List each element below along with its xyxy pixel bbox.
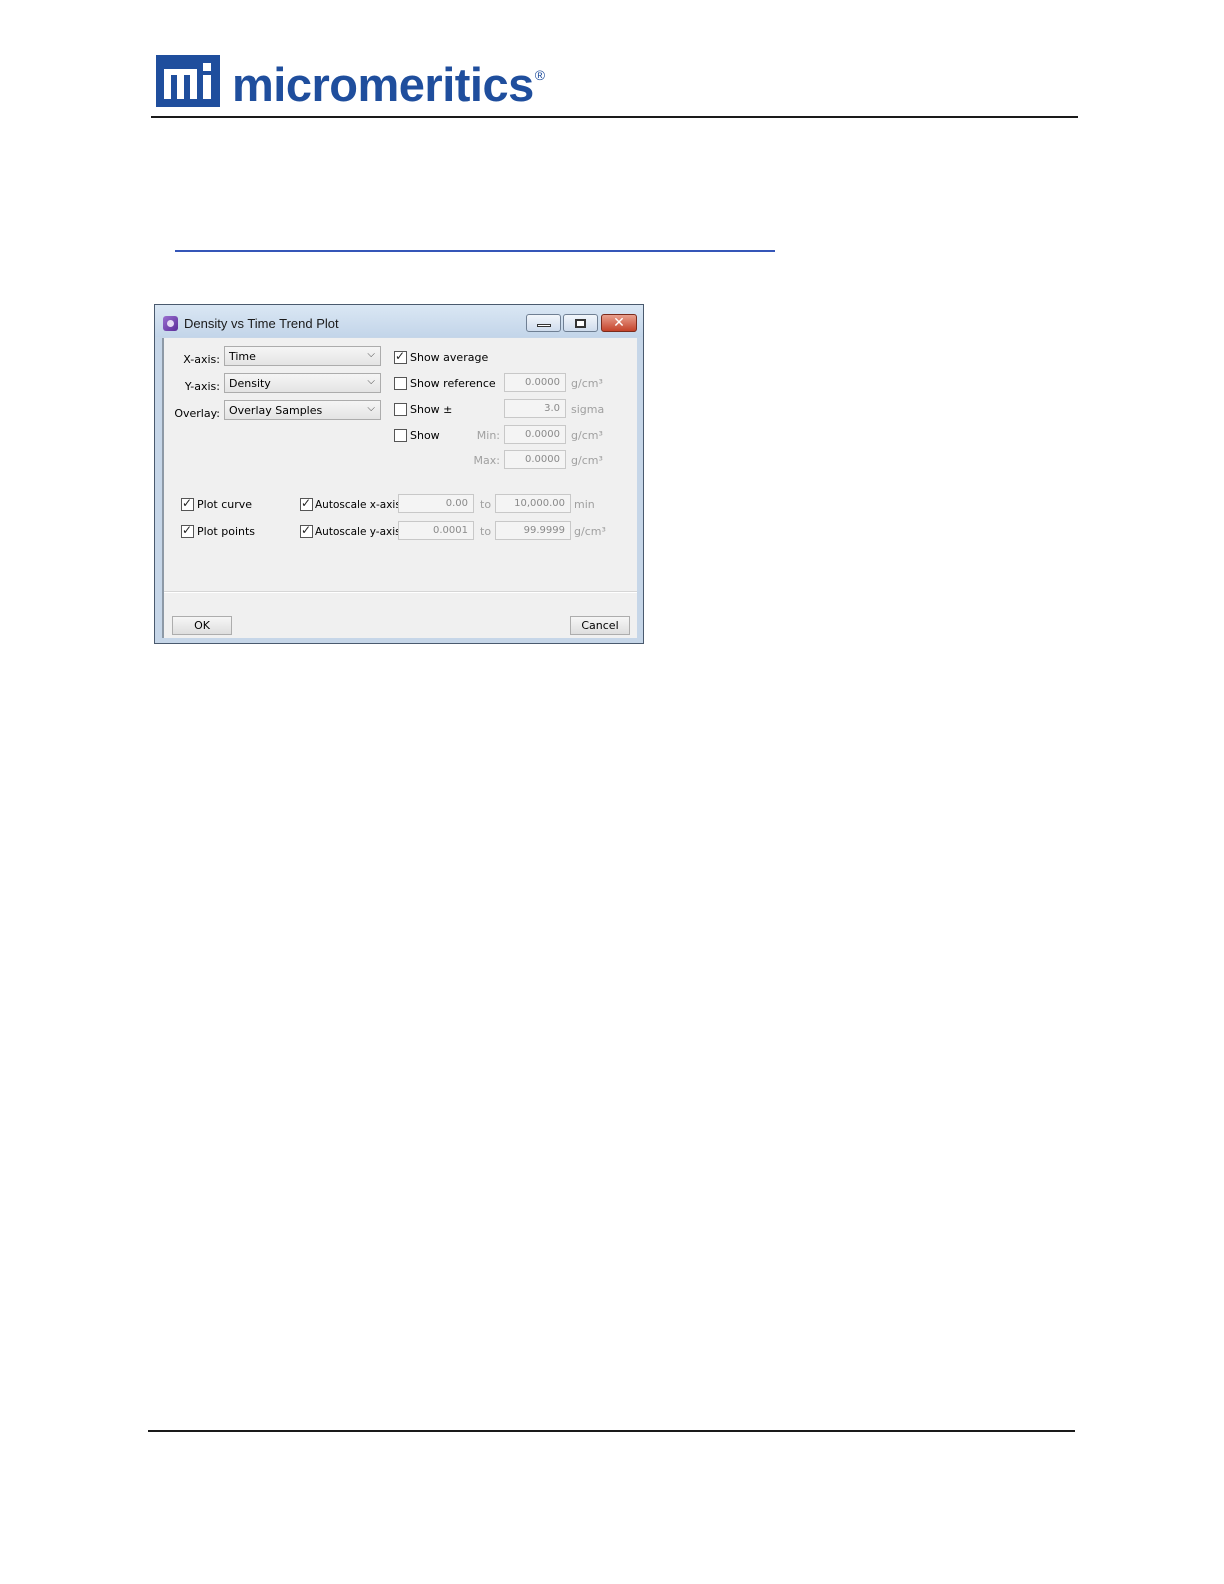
check-icon: ✓ [182,523,193,537]
y-min-field[interactable]: 0.0001 [398,521,474,540]
autoscale-y-label: Autoscale y-axis: [315,526,405,538]
max-value-field[interactable]: 0.0000 [504,450,566,469]
min-label: Min: [476,429,500,442]
trend-plot-dialog: Density vs Time Trend Plot ✕ X-axis: Tim… [154,304,644,644]
header-rule [151,116,1078,118]
show-pm-checkbox[interactable] [394,403,407,416]
dialog-body: X-axis: Time ⌵ Y-axis: Density ⌵ Overlay… [162,338,637,638]
button-separator-highlight [164,592,637,593]
x-axis-select[interactable]: Time ⌵ [224,346,381,366]
show-average-checkbox[interactable]: ✓ [394,349,407,364]
check-icon: ✓ [395,349,406,363]
reference-value-field[interactable]: 0.0000 [504,373,566,392]
plot-points-checkbox[interactable]: ✓ [181,523,194,538]
y-axis-value: Density [229,377,271,390]
plot-curve-label: Plot curve [197,498,253,511]
chevron-down-icon: ⌵ [367,403,375,414]
y-axis-select[interactable]: Density ⌵ [224,373,381,393]
overlay-select[interactable]: Overlay Samples ⌵ [224,400,381,420]
overlay-label: Overlay: [174,407,220,420]
close-icon: ✕ [613,315,625,331]
chevron-down-icon: ⌵ [367,349,375,360]
min-value-field[interactable]: 0.0000 [504,425,566,444]
section-rule [175,250,775,252]
y-to-label: to [480,525,492,538]
y-max-field[interactable]: 99.9999 [495,521,571,540]
dialog-title: Density vs Time Trend Plot [184,316,339,331]
registered-mark: ® [534,67,546,83]
maximize-icon [575,318,586,328]
maximize-button[interactable] [563,314,598,332]
sigma-unit: sigma [571,403,605,416]
y-unit: g/cm³ [574,525,606,538]
show-reference-label: Show reference [410,377,496,390]
check-icon: ✓ [301,523,312,537]
x-axis-label: X-axis: [183,353,220,366]
app-icon [163,316,178,331]
reference-unit: g/cm³ [571,377,603,390]
show-range-label: Show [410,429,440,442]
show-average-label: Show average [410,351,489,364]
mi-logo-mark-icon [156,55,220,107]
plot-curve-checkbox[interactable]: ✓ [181,496,194,511]
x-max-field[interactable]: 10,000.00 [495,494,571,513]
show-pm-label: Show ± [410,403,453,416]
logo-wordmark: micromeritics [232,58,534,111]
autoscale-y-checkbox[interactable]: ✓ [300,523,313,538]
x-axis-value: Time [229,350,256,363]
max-label: Max: [473,454,500,467]
x-to-label: to [480,498,492,511]
show-reference-checkbox[interactable] [394,377,407,390]
micromeritics-logo: micromeritics ® [156,55,546,111]
autoscale-x-label: Autoscale x-axis: [315,499,405,511]
ok-button[interactable]: OK [172,616,232,635]
footer-rule [148,1430,1075,1432]
show-range-checkbox[interactable] [394,429,407,442]
sigma-value-field[interactable]: 3.0 [504,399,566,418]
chevron-down-icon: ⌵ [367,376,375,387]
overlay-value: Overlay Samples [229,404,323,417]
close-button[interactable]: ✕ [601,314,637,332]
title-bar[interactable]: Density vs Time Trend Plot ✕ [155,305,643,337]
minimize-button[interactable] [526,314,561,332]
x-min-field[interactable]: 0.00 [398,494,474,513]
check-icon: ✓ [182,496,193,510]
min-unit: g/cm³ [571,429,603,442]
max-unit: g/cm³ [571,454,603,467]
y-axis-label: Y-axis: [184,380,220,393]
autoscale-x-checkbox[interactable]: ✓ [300,496,313,511]
minimize-icon [536,323,551,327]
check-icon: ✓ [301,496,312,510]
x-unit: min [574,498,595,511]
cancel-button[interactable]: Cancel [570,616,630,635]
plot-points-label: Plot points [197,525,256,538]
